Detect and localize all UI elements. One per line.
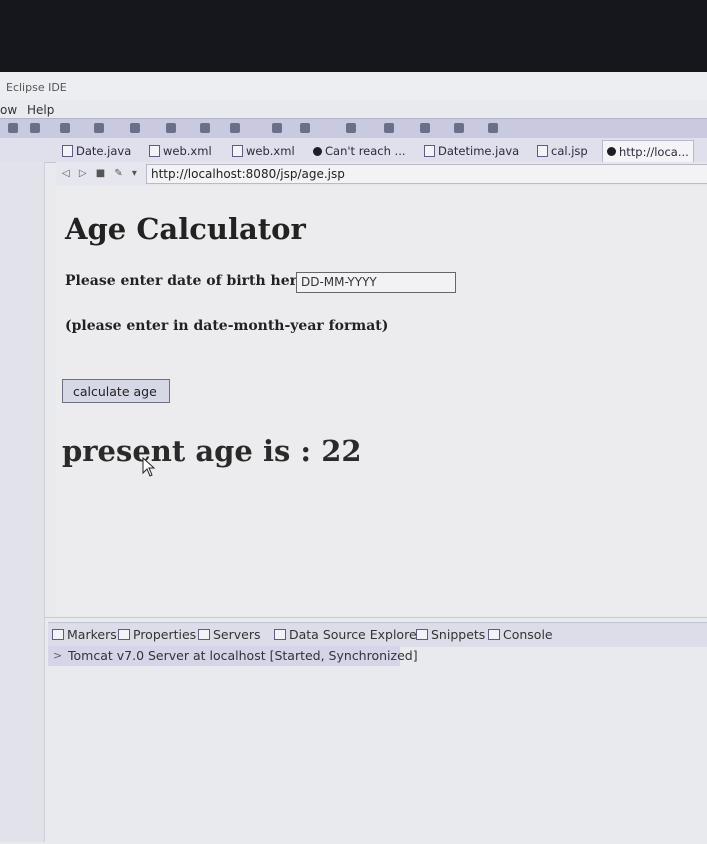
debug-icon[interactable] [30,123,40,133]
tab-datetime-java[interactable]: Datetime.java [424,143,519,159]
open-type-icon[interactable] [94,123,104,133]
forward-icon[interactable] [420,123,430,133]
tab-label: Markers [67,627,117,642]
tab-date-java[interactable]: Date.java [62,143,131,159]
dob-input[interactable]: DD-MM-YYYY [296,272,456,293]
tab-label: Data Source Explorer [289,627,422,642]
properties-icon [118,629,130,640]
tab-web-xml-1[interactable]: web.xml [149,143,212,159]
tab-label: web.xml [163,144,212,158]
tab-web-xml-2[interactable]: web.xml [232,143,295,159]
data-source-icon [274,629,286,640]
server-label: Tomcat v7.0 Server at localhost [Started… [68,648,418,663]
nav-forward-icon[interactable] [454,123,464,133]
mouse-cursor-icon [142,457,156,477]
tab-label: web.xml [246,144,295,158]
menu-window[interactable]: ow [0,103,17,117]
tab-label: Can't reach ... [325,144,406,158]
maximize-icon[interactable] [488,123,498,133]
servers-icon [198,629,210,640]
tab-label: http://loca... [619,144,689,159]
tab-localhost[interactable]: http://loca... [602,140,694,162]
url-field[interactable]: http://localhost:8080/jsp/age.jsp [146,164,707,184]
window-title: Eclipse IDE [6,81,67,94]
xml-file-icon [232,145,243,157]
task-icon[interactable] [300,123,310,133]
tab-label: Properties [133,627,197,642]
browser-toolbar: ◁ ▷ ■ ✎ ▾ http://localhost:8080/jsp/age.… [56,162,707,187]
annotation-icon[interactable] [272,123,282,133]
result-text: present age is : 22 [62,434,362,468]
markers-icon [52,629,64,640]
tab-servers[interactable]: Servers [198,627,261,642]
browser-nav-icons[interactable]: ◁ ▷ ■ ✎ ▾ [62,168,140,179]
tab-label: Servers [213,627,261,642]
editor-tab-bar: Date.java web.xml web.xml Can't reach ..… [0,138,707,163]
external-tools-icon[interactable] [166,123,176,133]
bottom-panel-tabs: Markers Properties Servers Data Source E… [48,622,707,647]
tab-console[interactable]: Console [488,627,553,642]
expand-arrow-icon[interactable]: > [53,649,62,662]
tab-cant-reach[interactable]: Can't reach ... [313,143,406,159]
menu-bar: ow Help [0,100,707,118]
tab-snippets[interactable]: Snippets [416,627,485,642]
format-note: (please enter in date-month-year format) [65,318,389,334]
server-list-item[interactable]: > Tomcat v7.0 Server at localhost [Start… [48,646,418,666]
tab-label: cal.jsp [551,144,588,158]
dob-label: Please enter date of birth here: [65,273,312,289]
tab-label: Date.java [76,144,132,158]
browser-icon [607,147,616,156]
browser-icon [313,146,322,156]
xml-file-icon [149,145,160,157]
new-icon[interactable] [130,123,140,133]
java-file-icon [424,145,435,157]
search-icon[interactable] [60,123,70,133]
toolbar [0,118,707,140]
page-title: Age Calculator [65,212,306,246]
tab-properties[interactable]: Properties [118,627,196,642]
snippets-icon [416,629,428,640]
tab-label: Console [503,627,553,642]
tab-data-source-explorer[interactable]: Data Source Explorer [274,627,422,642]
pin-icon[interactable] [230,123,240,133]
console-icon [488,629,500,640]
java-file-icon [62,145,73,157]
calculate-age-button[interactable]: calculate age [62,379,170,403]
run-icon[interactable] [8,123,18,133]
next-edit-icon[interactable] [346,123,356,133]
servers-view-body [48,666,707,844]
menu-help[interactable]: Help [27,103,54,117]
title-bar: Eclipse IDE [0,72,707,100]
back-icon[interactable] [384,123,394,133]
panel-divider [44,617,707,618]
tab-label: Snippets [431,627,486,642]
tab-cal-jsp[interactable]: cal.jsp [537,143,588,159]
web-page: Age Calculator Please enter date of birt… [56,186,707,616]
tab-markers[interactable]: Markers [52,627,117,642]
eclipse-window: Eclipse IDE ow Help Date.java web.xml we… [0,72,707,844]
tab-label: Datetime.java [438,144,520,158]
build-icon[interactable] [200,123,210,133]
left-side-strip [0,162,45,842]
jsp-file-icon [537,145,548,157]
